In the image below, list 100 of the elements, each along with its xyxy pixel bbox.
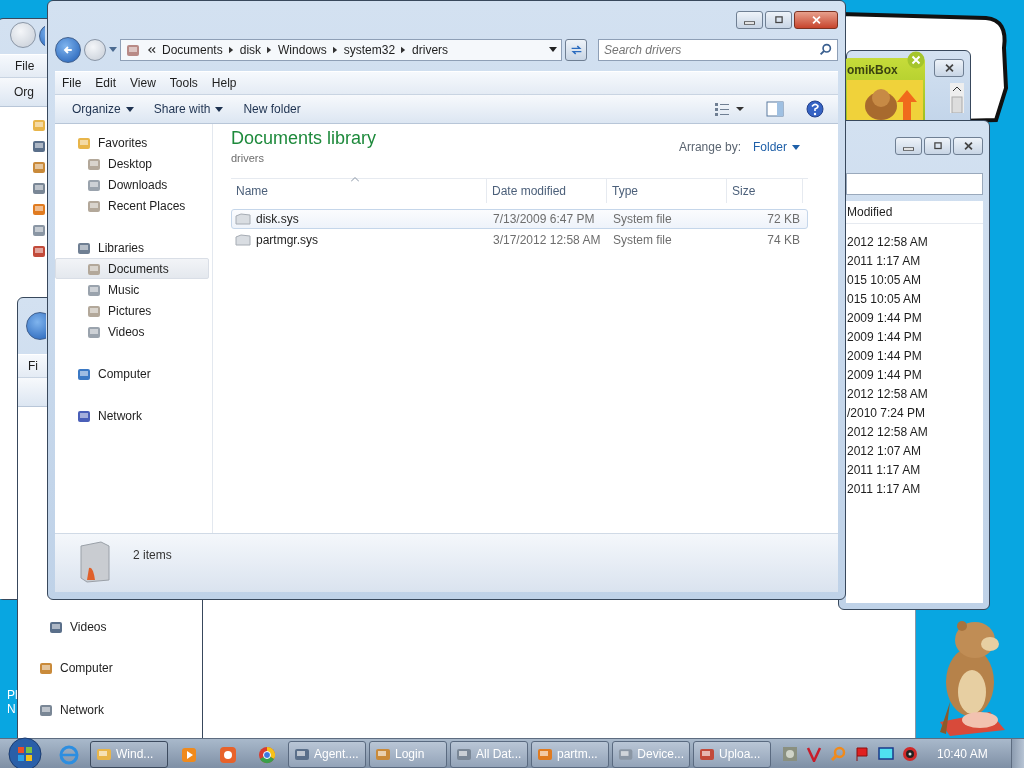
- table-cell-text: System file: [612, 233, 673, 247]
- table-cell: 015 10:05 AM: [847, 291, 922, 306]
- breadcrumb[interactable]: drivers: [412, 43, 449, 57]
- speaker-icon[interactable]: [902, 746, 918, 762]
- nav-icon: [31, 243, 47, 259]
- toolbar-button[interactable]: Org: [14, 85, 34, 99]
- maximize-button[interactable]: [924, 137, 951, 155]
- menu-item[interactable]: File: [8, 59, 42, 73]
- nav-item[interactable]: Desktop: [55, 153, 209, 174]
- column-header[interactable]: Date modified: [487, 179, 607, 203]
- preview-pane-icon[interactable]: [766, 101, 784, 117]
- table-cell: 2011 1:17 AM: [847, 462, 921, 477]
- close-button[interactable]: [794, 11, 838, 29]
- table-cell: 2012 12:58 AM: [847, 386, 928, 401]
- table-cell: 2009 1:44 PM: [847, 310, 922, 325]
- back-button[interactable]: [26, 312, 46, 340]
- minimize-button[interactable]: [736, 11, 763, 29]
- toolbar-button[interactable]: Share with: [146, 99, 231, 119]
- table-cell: 2012 12:58 AM: [847, 424, 928, 439]
- chevron-icon[interactable]: [401, 46, 407, 54]
- nav-item[interactable]: Music: [55, 279, 209, 300]
- window-icon: [96, 746, 112, 762]
- start-button[interactable]: [8, 737, 42, 768]
- refresh-button[interactable]: [565, 39, 587, 61]
- column-header[interactable]: Name: [231, 179, 487, 203]
- chevron-icon[interactable]: [228, 46, 234, 54]
- close-button[interactable]: [934, 59, 964, 77]
- nav-icon: [31, 201, 47, 217]
- breadcrumb[interactable]: disk: [239, 43, 262, 57]
- back-button[interactable]: [55, 37, 81, 63]
- monitor-icon[interactable]: [878, 746, 894, 762]
- breadcrumb[interactable]: Windows: [278, 43, 327, 57]
- chevron-icon[interactable]: [267, 46, 273, 54]
- column-header[interactable]: Type: [607, 179, 727, 203]
- toolbar-button[interactable]: Organize: [65, 99, 141, 119]
- nav-item[interactable]: Documents: [55, 258, 209, 279]
- nav-icon: [31, 117, 47, 133]
- minimize-button[interactable]: [895, 137, 922, 155]
- tray-icon[interactable]: [782, 746, 798, 762]
- nav-item[interactable]: Network: [38, 699, 202, 720]
- popup-title: omikBox: [846, 62, 898, 77]
- nav-item[interactable]: Libraries: [55, 237, 209, 258]
- table-cell: 2011 1:17 AM: [847, 481, 921, 496]
- file-row[interactable]: partmgr.sys 3/17/2012 12:58 AM System file 74 KB: [231, 230, 808, 250]
- address-bar[interactable]: Documents disk Windows system32 drivers: [120, 39, 562, 61]
- nav-item[interactable]: Videos: [55, 321, 209, 342]
- table-cell-text: System file: [612, 212, 673, 226]
- menu-item[interactable]: File: [55, 76, 89, 90]
- search-field[interactable]: Search drivers: [598, 39, 838, 61]
- minimize-icon: [903, 147, 914, 151]
- tray-icon[interactable]: [806, 746, 822, 762]
- breadcrumb[interactable]: system32: [343, 43, 396, 57]
- nav-item[interactable]: Computer: [55, 363, 209, 384]
- arrange-dropdown[interactable]: Folder: [753, 140, 800, 154]
- table-cell: 2009 1:44 PM: [847, 367, 922, 382]
- view-options-icon[interactable]: [714, 101, 744, 117]
- window-icon: [537, 746, 553, 762]
- file-name: disk.sys: [256, 212, 299, 226]
- nav-item[interactable]: Favorites: [55, 132, 209, 153]
- close-button[interactable]: [953, 137, 983, 155]
- scrollbar-icon[interactable]: [950, 83, 964, 113]
- chevron-icon[interactable]: [332, 46, 338, 54]
- minimize-icon: [744, 21, 755, 25]
- library-title: Documents library: [231, 128, 377, 149]
- table-cell-text: 3/17/2012 12:58 AM: [492, 233, 602, 247]
- breadcrumb[interactable]: Documents: [162, 43, 223, 57]
- nav-item[interactable]: Pictures: [55, 300, 209, 321]
- library-icon: [125, 42, 141, 58]
- item-count: 2 items: [133, 548, 172, 562]
- file-row[interactable]: disk.sys 7/13/2009 6:47 PM System file 72 KB: [231, 209, 808, 229]
- help-icon[interactable]: [806, 100, 824, 118]
- maximize-button[interactable]: [765, 11, 792, 29]
- menu-item[interactable]: Fi: [28, 359, 38, 373]
- menu-item[interactable]: Help: [204, 76, 244, 90]
- table-cell-text: 74 KB: [766, 233, 801, 247]
- table-cell-text: 72 KB: [766, 212, 801, 226]
- library-subtitle: drivers: [231, 152, 265, 164]
- dropdown-icon[interactable]: [549, 47, 557, 53]
- nav-item[interactable]: Downloads: [55, 174, 209, 195]
- forward-button[interactable]: [84, 39, 106, 61]
- window-icon: [375, 746, 391, 762]
- back-button[interactable]: [10, 22, 36, 48]
- toolbar-button[interactable]: New folder: [236, 99, 308, 119]
- table-cell: 015 10:05 AM: [847, 272, 922, 287]
- column-header[interactable]: Modified: [847, 205, 893, 219]
- menu-item[interactable]: Tools: [162, 76, 205, 90]
- nav-item[interactable]: Videos: [38, 616, 202, 637]
- window-icon: [294, 746, 310, 762]
- show-desktop-button[interactable]: [1011, 739, 1024, 768]
- menu-item[interactable]: Edit: [88, 76, 124, 90]
- nav-item[interactable]: Recent Places: [55, 195, 209, 216]
- nav-item[interactable]: Computer: [38, 657, 202, 678]
- flag-icon[interactable]: [854, 746, 870, 762]
- search-field[interactable]: [846, 173, 983, 195]
- nav-icon: [31, 159, 47, 175]
- nav-item[interactable]: Network: [55, 405, 209, 426]
- menu-item[interactable]: View: [123, 76, 163, 90]
- overflow-icon: [147, 46, 156, 54]
- file-icon: [235, 232, 251, 248]
- column-header[interactable]: Size: [727, 179, 803, 203]
